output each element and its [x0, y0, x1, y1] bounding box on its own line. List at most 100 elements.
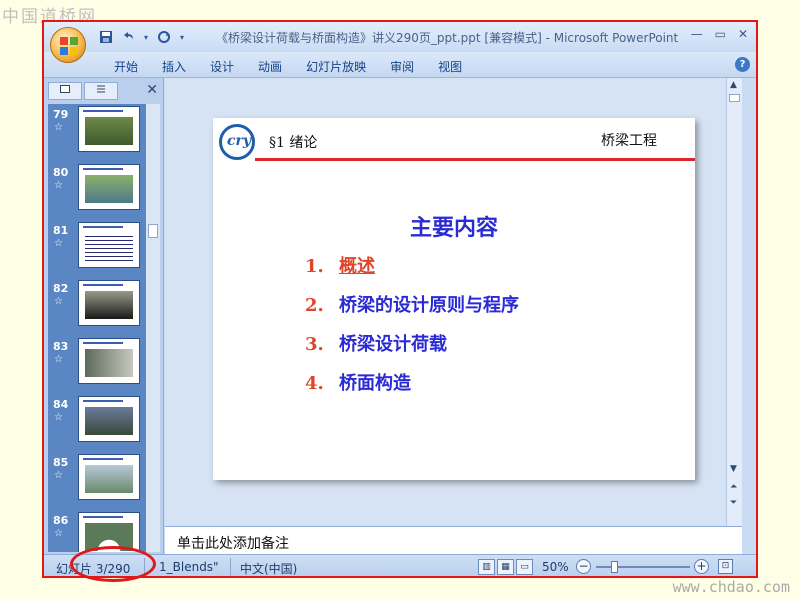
quick-access-toolbar: ▾ ▾ — [98, 28, 186, 46]
tab-slides[interactable] — [48, 82, 82, 100]
title-bar: ▾ ▾ 《桥梁设计荷载与桥面构造》讲义290页_ppt.ppt [兼容模式] -… — [44, 22, 756, 52]
tab-view[interactable]: 视图 — [426, 56, 474, 77]
slide-scroll-thumb[interactable] — [729, 94, 740, 102]
zoom-in-icon[interactable]: + — [694, 559, 709, 574]
slide-show-view-icon[interactable]: ▭ — [516, 559, 533, 575]
highlight-annotation — [70, 546, 156, 582]
thumbnail-image — [78, 222, 140, 268]
view-buttons: ▥ ▦ ▭ — [478, 559, 533, 575]
thumbnail-image — [78, 338, 140, 384]
window-controls: — ▭ ✕ — [691, 27, 748, 41]
slide-vertical-scrollbar[interactable]: ▲ ▼ ⏶ ⏷ — [726, 78, 742, 526]
status-separator — [230, 558, 231, 576]
notes-placeholder: 单击此处添加备注 — [177, 536, 289, 552]
thumbnail-image — [78, 396, 140, 442]
slides-panel: ✕ 79 ☆ 80 ☆ 81 ☆ 82 ☆ 83 ☆ 84 ☆ 85 ☆ 86 … — [44, 78, 164, 554]
animation-star-icon: ☆ — [54, 238, 63, 249]
thumbnail-scroll-thumb[interactable] — [148, 224, 158, 238]
thumbnail-list: 79 ☆ 80 ☆ 81 ☆ 82 ☆ 83 ☆ 84 ☆ 85 ☆ 86 ☆ — [48, 104, 160, 552]
thumbnail-number: 80 — [53, 166, 69, 179]
watermark-bottom: www.chdao.com — [672, 578, 790, 596]
zoom-level[interactable]: 50% — [542, 560, 569, 574]
slide-course-name: 桥梁工程 — [601, 133, 657, 149]
thumbnail-image — [78, 106, 140, 152]
thumbnail-79[interactable]: 79 ☆ — [48, 104, 160, 160]
slide-header-rule — [255, 158, 695, 161]
university-logo: cry — [219, 124, 255, 160]
fit-to-window-icon[interactable]: ⊡ — [718, 559, 733, 574]
scroll-up-icon[interactable]: ▲ — [730, 80, 737, 90]
thumbnail-number: 85 — [53, 456, 69, 469]
thumbnail-image — [78, 164, 140, 210]
list-item: 3. 桥梁设计荷载 — [305, 330, 519, 369]
animation-star-icon: ☆ — [54, 296, 63, 307]
ribbon-tabs: 开始 插入 设计 动画 幻灯片放映 审阅 视图 — [102, 56, 474, 77]
panel-close-icon[interactable]: ✕ — [146, 82, 158, 98]
restore-button[interactable]: ▭ — [715, 27, 726, 41]
list-item: 1. 概述 — [305, 252, 519, 291]
tab-animations[interactable]: 动画 — [246, 56, 294, 77]
thumbnail-number: 81 — [53, 224, 69, 237]
thumbnail-82[interactable]: 82 ☆ — [48, 278, 160, 334]
previous-slide-icon[interactable]: ⏶ — [730, 482, 737, 492]
thumbnail-number: 79 — [53, 108, 69, 121]
zoom-out-icon[interactable]: − — [576, 559, 591, 574]
zoom-slider-handle[interactable] — [611, 561, 618, 573]
normal-view-icon[interactable]: ▥ — [478, 559, 495, 575]
slide-content-list: 1. 概述 2. 桥梁的设计原则与程序 3. 桥梁设计荷载 4. 桥面构造 — [305, 252, 519, 408]
customize-toolbar-icon[interactable]: ▾ — [178, 29, 186, 45]
tab-slide-show[interactable]: 幻灯片放映 — [294, 56, 378, 77]
outline-icon — [97, 85, 105, 93]
list-item: 2. 桥梁的设计原则与程序 — [305, 291, 519, 330]
list-item-link[interactable]: 概述 — [339, 256, 375, 277]
undo-dropdown-icon[interactable]: ▾ — [142, 29, 150, 45]
language-indicator[interactable]: 中文(中国) — [240, 560, 297, 576]
tab-home[interactable]: 开始 — [102, 56, 150, 77]
animation-star-icon: ☆ — [54, 354, 63, 365]
thumbnail-number: 86 — [53, 514, 69, 527]
list-item-text: 桥面构造 — [339, 373, 411, 394]
panel-tabs: ✕ — [48, 82, 162, 100]
powerpoint-window: ▾ ▾ 《桥梁设计荷载与桥面构造》讲义290页_ppt.ppt [兼容模式] -… — [42, 20, 758, 578]
close-button[interactable]: ✕ — [738, 27, 748, 41]
help-icon[interactable]: ? — [735, 57, 750, 72]
tab-outline[interactable] — [84, 82, 118, 100]
thumbnail-81[interactable]: 81 ☆ — [48, 220, 160, 276]
tab-review[interactable]: 审阅 — [378, 56, 426, 77]
logo-text: cry — [227, 133, 252, 149]
slide-sorter-view-icon[interactable]: ▦ — [497, 559, 514, 575]
thumbnail-number: 83 — [53, 340, 69, 353]
next-slide-icon[interactable]: ⏷ — [730, 498, 737, 508]
list-item-number: 1. — [305, 256, 324, 277]
thumbnail-scrollbar[interactable] — [146, 104, 160, 552]
scroll-down-icon[interactable]: ▼ — [730, 464, 737, 474]
animation-star-icon: ☆ — [54, 470, 63, 481]
list-item-number: 2. — [305, 295, 324, 316]
list-item: 4. 桥面构造 — [305, 369, 519, 408]
list-item-text: 桥梁设计荷载 — [339, 334, 447, 355]
list-item-number: 4. — [305, 373, 324, 394]
minimize-button[interactable]: — — [691, 27, 703, 41]
thumbnail-80[interactable]: 80 ☆ — [48, 162, 160, 218]
undo-icon[interactable] — [120, 29, 136, 45]
save-icon[interactable] — [98, 29, 114, 45]
thumbnail-image — [78, 454, 140, 500]
list-item-text: 桥梁的设计原则与程序 — [339, 295, 519, 316]
thumbnail-83[interactable]: 83 ☆ — [48, 336, 160, 392]
thumbnail-image — [78, 280, 140, 326]
theme-name: 1_Blends" — [159, 560, 219, 574]
notes-pane[interactable]: 单击此处添加备注 — [165, 526, 742, 554]
animation-star-icon: ☆ — [54, 412, 63, 423]
animation-star-icon: ☆ — [54, 528, 63, 539]
tab-insert[interactable]: 插入 — [150, 56, 198, 77]
list-item-number: 3. — [305, 334, 324, 355]
ribbon: 开始 插入 设计 动画 幻灯片放映 审阅 视图 ? — [44, 52, 756, 78]
slide-section-heading: §1 绪论 — [269, 135, 318, 151]
thumbnail-85[interactable]: 85 ☆ — [48, 452, 160, 508]
slide-canvas[interactable]: cry §1 绪论 桥梁工程 主要内容 1. 概述 2. 桥梁的设计原则与程序 3.… — [213, 118, 695, 480]
thumbnail-84[interactable]: 84 ☆ — [48, 394, 160, 450]
redo-icon[interactable] — [156, 29, 172, 45]
animation-star-icon: ☆ — [54, 180, 63, 191]
office-button[interactable] — [50, 27, 86, 63]
tab-design[interactable]: 设计 — [198, 56, 246, 77]
